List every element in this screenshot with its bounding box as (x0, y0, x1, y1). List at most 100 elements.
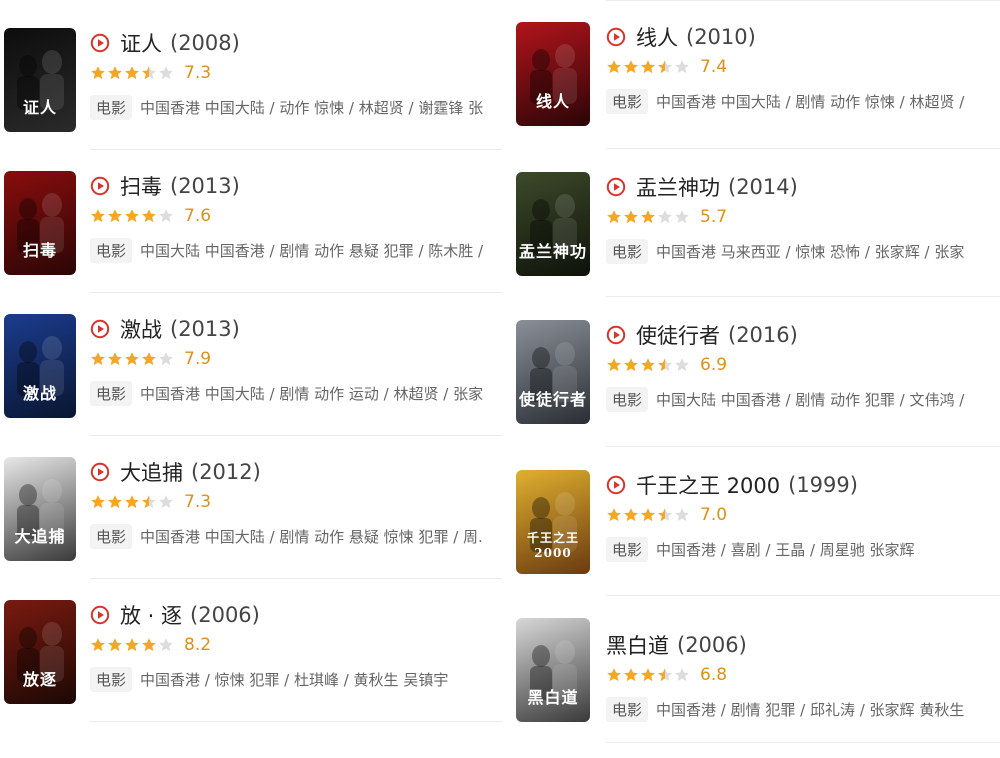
movie-title-row[interactable]: 黑白道 (2006) (606, 628, 1000, 662)
star-icon (607, 508, 621, 522)
rating-row: 6.8 (606, 662, 1000, 688)
movie-list-item[interactable]: 黑白道 黑白道 (2006) 6.8 电影 中国香港 / 剧情 犯罪 / 邱礼涛 / 张家… (514, 618, 1000, 758)
movie-title[interactable]: 千王之王 2000 (636, 470, 780, 500)
movie-list-item[interactable]: 使徒行者 使徒行者 (2016) 6.9 电影 中国大陆 中国香港 / 剧情 动作 犯罪 … (514, 320, 1000, 460)
movie-meta-row: 电影 中国香港 中国大陆 / 剧情 动作 惊悚 / 林超贤 / (606, 88, 1000, 114)
rating-row: 8.2 (90, 632, 502, 658)
movie-title-row[interactable]: 千王之王 2000 (1999) (606, 468, 1000, 502)
star-icon (624, 508, 638, 522)
movie-title-row[interactable]: 证人 (2008) (90, 26, 502, 60)
star-icon (159, 209, 173, 223)
movie-title-row[interactable]: 使徒行者 (2016) (606, 318, 1000, 352)
star-rating (606, 507, 690, 523)
play-icon (90, 176, 110, 196)
movie-list-item[interactable]: 千王之王2000 千王之王 2000 (1999) 7.0 电影 中国香港 / 喜剧 / … (514, 470, 1000, 610)
movie-poster[interactable]: 扫毒 (4, 171, 76, 275)
movie-list-item[interactable]: 线人 线人 (2010) 7.4 电影 中国香港 中国大陆 / 剧情 动作 惊悚 / 林超… (514, 22, 1000, 162)
star-icon (125, 495, 139, 509)
movie-title[interactable]: 黑白道 (606, 630, 669, 660)
movie-title[interactable]: 线人 (636, 22, 678, 52)
movie-meta: 中国香港 马来西亚 / 惊悚 恐怖 / 张家辉 / 张家 (656, 242, 965, 261)
star-icon (624, 60, 638, 74)
type-badge: 电影 (606, 386, 649, 412)
star-icon (159, 352, 173, 366)
movie-poster[interactable]: 千王之王2000 (516, 470, 590, 574)
star-icon (675, 60, 689, 74)
movie-title-row[interactable]: 线人 (2010) (606, 20, 1000, 54)
movie-list-item[interactable]: 激战 激战 (2013) 7.9 电影 中国香港 中国大陆 / 剧情 动作 运动 / 林超… (0, 314, 502, 454)
star-rating (90, 494, 174, 510)
play-icon (606, 177, 626, 197)
poster-title: 千王之王2000 (526, 531, 579, 560)
star-rating (90, 637, 174, 653)
star-icon (159, 495, 173, 509)
movie-poster[interactable]: 放逐 (4, 600, 76, 704)
star-icon (641, 60, 655, 74)
movie-poster[interactable]: 使徒行者 (516, 320, 590, 424)
movie-year: (2014) (728, 175, 798, 199)
movie-title-row[interactable]: 放 · 逐 (2006) (90, 598, 502, 632)
movie-list-item[interactable]: 盂兰神功 盂兰神功 (2014) 5.7 电影 中国香港 马来西亚 / 惊悚 恐怖 / 张… (514, 172, 1000, 312)
movie-meta: 中国香港 中国大陆 / 剧情 动作 运动 / 林超贤 / 张家 (140, 384, 484, 403)
poster-title: 激战 (22, 384, 57, 403)
rating-row: 7.9 (90, 346, 502, 372)
star-icon (607, 60, 621, 74)
star-rating (90, 351, 174, 367)
movie-title[interactable]: 激战 (120, 314, 162, 344)
movie-title-row[interactable]: 扫毒 (2013) (90, 169, 502, 203)
movie-poster[interactable]: 激战 (4, 314, 76, 418)
star-icon (675, 668, 689, 682)
movie-poster[interactable]: 线人 (516, 22, 590, 126)
movie-info: 证人 (2008) 7.3 电影 中国香港 中国大陆 / 动作 惊悚 / 林超贤 / 谢… (90, 26, 502, 120)
movie-year: (2016) (728, 323, 798, 347)
type-badge: 电影 (606, 88, 649, 114)
movie-poster[interactable]: 黑白道 (516, 618, 590, 722)
movie-title-row[interactable]: 大追捕 (2012) (90, 455, 502, 489)
play-icon (90, 319, 110, 339)
movie-meta: 中国大陆 中国香港 / 剧情 动作 犯罪 / 文伟鸿 / (656, 390, 965, 409)
star-icon (624, 210, 638, 224)
type-badge: 电影 (606, 238, 649, 264)
movie-title[interactable]: 扫毒 (120, 171, 162, 201)
rating-score: 6.9 (700, 355, 728, 375)
movie-info: 扫毒 (2013) 7.6 电影 中国大陆 中国香港 / 剧情 动作 悬疑 犯罪 / 陈… (90, 169, 502, 263)
movie-title[interactable]: 放 · 逐 (120, 600, 182, 630)
movie-title[interactable]: 使徒行者 (636, 320, 720, 350)
rating-score: 8.2 (184, 635, 212, 655)
rating-score: 7.6 (184, 206, 212, 226)
movie-poster[interactable]: 证人 (4, 28, 76, 132)
play-icon (606, 325, 626, 345)
star-icon (125, 352, 139, 366)
movie-list-item[interactable]: 大追捕 大追捕 (2012) 7.3 电影 中国香港 中国大陆 / 剧情 动作 悬疑 惊悚… (0, 457, 502, 597)
movie-poster[interactable]: 大追捕 (4, 457, 76, 561)
star-icon (108, 638, 122, 652)
movie-list-item[interactable]: 放逐 放 · 逐 (2006) 8.2 电影 中国香港 / 惊悚 犯罪 / 杜琪峰 / 黄… (0, 600, 502, 740)
poster-title: 使徒行者 (518, 390, 587, 409)
movie-poster[interactable]: 盂兰神功 (516, 172, 590, 276)
star-icon (607, 210, 621, 224)
rating-score: 6.8 (700, 665, 728, 685)
list-divider (606, 0, 1000, 1)
star-rating (90, 65, 174, 81)
star-icon (675, 358, 689, 372)
star-icon (624, 668, 638, 682)
poster-title: 放逐 (22, 670, 57, 689)
movie-title-row[interactable]: 盂兰神功 (2014) (606, 170, 1000, 204)
poster-title: 盂兰神功 (518, 242, 587, 261)
movie-info: 黑白道 (2006) 6.8 电影 中国香港 / 剧情 犯罪 / 邱礼涛 / 张家辉 黄… (606, 628, 1000, 722)
star-icon (108, 209, 122, 223)
movie-title[interactable]: 证人 (120, 28, 162, 58)
rating-score: 7.3 (184, 63, 212, 83)
play-icon (606, 475, 626, 495)
movie-title-row[interactable]: 激战 (2013) (90, 312, 502, 346)
movie-list-item[interactable]: 扫毒 扫毒 (2013) 7.6 电影 中国大陆 中国香港 / 剧情 动作 悬疑 犯罪 /… (0, 171, 502, 311)
movie-list-item[interactable]: 证人 证人 (2008) 7.3 电影 中国香港 中国大陆 / 动作 惊悚 / 林超贤 /… (0, 28, 502, 168)
movie-title[interactable]: 盂兰神功 (636, 172, 720, 202)
rating-row: 7.3 (90, 60, 502, 86)
star-icon (607, 668, 621, 682)
star-icon (142, 66, 156, 80)
movie-meta: 中国香港 / 剧情 犯罪 / 邱礼涛 / 张家辉 黄秋生 (656, 700, 965, 719)
movie-meta: 中国香港 中国大陆 / 剧情 动作 悬疑 惊悚 犯罪 / 周. (140, 527, 483, 546)
star-icon (658, 60, 672, 74)
movie-title[interactable]: 大追捕 (120, 457, 183, 487)
